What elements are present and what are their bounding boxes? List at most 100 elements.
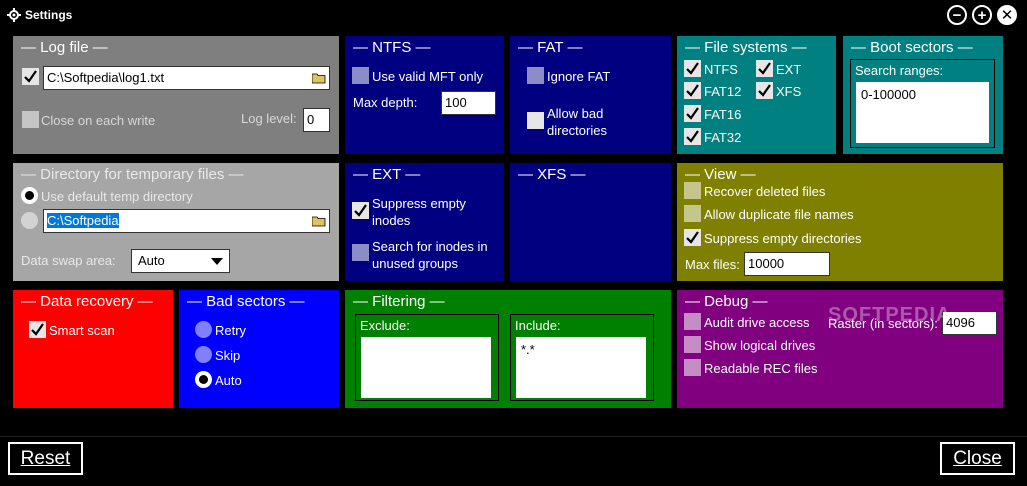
exclude-group: Exclude:	[355, 314, 499, 401]
filtering-title: — Filtering —	[353, 293, 445, 310]
use-default-temp-label: Use default temp directory	[41, 189, 193, 204]
boot-sectors-title: — Boot sectors —	[851, 39, 973, 56]
file-systems-title: — File systems —	[685, 39, 807, 56]
check-icon	[354, 204, 367, 217]
suppress-empty-inodes-checkbox[interactable]	[352, 202, 369, 219]
max-depth-input[interactable]: 100	[441, 91, 496, 115]
check-icon	[758, 62, 771, 75]
close-button[interactable]: Close	[940, 442, 1015, 475]
include-input[interactable]: *.*	[516, 337, 646, 398]
minimize-button[interactable]: −	[947, 5, 967, 25]
retry-label: Retry	[215, 323, 247, 338]
audit-drive-checkbox[interactable]	[684, 313, 701, 330]
recover-deleted-label: Recover deleted files	[704, 184, 826, 199]
show-logical-label: Show logical drives	[704, 338, 816, 353]
check-icon	[31, 323, 44, 336]
log-file-title: — Log file —	[21, 39, 108, 56]
suppress-empty-dirs-checkbox[interactable]	[684, 229, 701, 246]
close-window-button[interactable]: ✕	[997, 5, 1017, 25]
fs-ext-checkbox[interactable]	[756, 60, 773, 77]
fs-xfs-checkbox[interactable]	[756, 82, 773, 99]
smart-scan-checkbox[interactable]	[29, 321, 46, 338]
fat-title: — FAT —	[518, 39, 583, 56]
data-recovery-panel: — Data recovery — Smart scan	[13, 290, 173, 408]
fs-fat16-checkbox[interactable]	[684, 105, 701, 122]
readable-rec-label: Readable REC files	[704, 361, 818, 376]
chevron-down-icon	[211, 258, 223, 265]
exclude-input[interactable]	[361, 337, 491, 398]
use-valid-mft-checkbox[interactable]	[352, 67, 369, 84]
allow-bad-dirs-checkbox[interactable]	[527, 112, 544, 129]
log-file-checkbox[interactable]	[22, 68, 39, 85]
check-icon	[24, 70, 37, 83]
fs-fat32-checkbox[interactable]	[684, 128, 701, 145]
auto-label: Auto	[215, 373, 242, 388]
temp-dir-path-input[interactable]: C:\Softpedia	[43, 209, 330, 233]
audit-drive-label: Audit drive access	[704, 315, 810, 330]
search-ranges-label: Search ranges:	[855, 63, 944, 78]
maximize-button[interactable]: +	[972, 5, 992, 25]
use-valid-mft-label: Use valid MFT only	[372, 69, 484, 84]
temp-dir-title: — Directory for temporary files —	[21, 166, 244, 183]
max-files-label: Max files:	[685, 257, 740, 272]
ignore-fat-checkbox[interactable]	[527, 67, 544, 84]
view-title: — View —	[685, 166, 756, 183]
fs-ntfs-label: NTFS	[704, 62, 738, 77]
readable-rec-checkbox[interactable]	[684, 359, 701, 376]
search-ranges-input[interactable]: 0-100000	[856, 82, 989, 143]
check-icon	[758, 84, 771, 97]
exclude-label: Exclude:	[360, 318, 410, 333]
fs-fat32-label: FAT32	[704, 130, 742, 145]
recover-deleted-checkbox[interactable]	[684, 182, 701, 199]
include-label: Include:	[515, 318, 561, 333]
search-unused-groups-label: Search for inodes in unused groups	[372, 239, 488, 271]
ntfs-title: — NTFS —	[353, 39, 431, 56]
window-title: Settings	[25, 8, 73, 22]
search-ranges-group: Search ranges: 0-100000	[850, 59, 995, 148]
search-unused-groups-checkbox[interactable]	[352, 244, 369, 261]
fs-xfs-label: XFS	[776, 84, 802, 99]
filtering-panel: — Filtering — Exclude: Include: *.*	[345, 290, 671, 408]
suppress-empty-inodes-label: Suppress empty inodes	[372, 196, 466, 228]
plus-icon: +	[977, 6, 987, 24]
data-swap-select[interactable]: Auto	[131, 249, 230, 273]
log-level-label: Log level:	[241, 111, 297, 126]
minus-icon: −	[952, 6, 962, 24]
ext-title: — EXT —	[353, 166, 421, 183]
suppress-empty-dirs-label: Suppress empty directories	[704, 231, 862, 246]
custom-temp-radio[interactable]	[21, 212, 38, 229]
skip-radio[interactable]	[195, 346, 212, 363]
retry-radio[interactable]	[195, 321, 212, 338]
skip-label: Skip	[215, 348, 241, 363]
folder-icon[interactable]	[310, 68, 328, 88]
use-default-temp-radio[interactable]	[21, 187, 38, 204]
ext-panel: — EXT — Suppress empty inodes Search for…	[345, 163, 504, 281]
folder-icon[interactable]	[310, 211, 328, 231]
check-icon	[686, 130, 699, 143]
boot-sectors-panel: — Boot sectors — Search ranges: 0-100000	[843, 36, 1003, 154]
allow-duplicate-checkbox[interactable]	[684, 205, 701, 222]
xfs-title: — XFS —	[518, 166, 586, 183]
auto-radio[interactable]	[195, 371, 212, 388]
bad-sectors-title: — Bad sectors —	[187, 293, 305, 310]
fs-ext-label: EXT	[776, 62, 802, 77]
debug-title: — Debug —	[685, 293, 768, 310]
close-each-write-label: Close on each write	[41, 113, 156, 128]
close-icon: ✕	[1000, 6, 1014, 24]
smart-scan-label: Smart scan	[49, 323, 115, 338]
log-level-input[interactable]: 0	[303, 108, 330, 132]
allow-bad-dirs-label: Allow bad directories	[547, 106, 607, 138]
fs-fat12-label: FAT12	[704, 84, 742, 99]
max-files-input[interactable]: 10000	[744, 252, 830, 276]
gear-icon	[7, 8, 21, 22]
fat-panel: — FAT — Ignore FAT Allow bad directories	[510, 36, 671, 154]
data-swap-label: Data swap area:	[21, 253, 116, 268]
fs-ntfs-checkbox[interactable]	[684, 60, 701, 77]
show-logical-checkbox[interactable]	[684, 336, 701, 353]
reset-button[interactable]: Reset	[8, 442, 83, 475]
ntfs-panel: — NTFS — Use valid MFT only Max depth: 1…	[345, 36, 504, 154]
log-file-path-input[interactable]: C:\Softpedia\log1.txt	[43, 66, 330, 90]
check-icon	[686, 62, 699, 75]
close-each-write-checkbox[interactable]	[22, 111, 39, 128]
fs-fat12-checkbox[interactable]	[684, 82, 701, 99]
